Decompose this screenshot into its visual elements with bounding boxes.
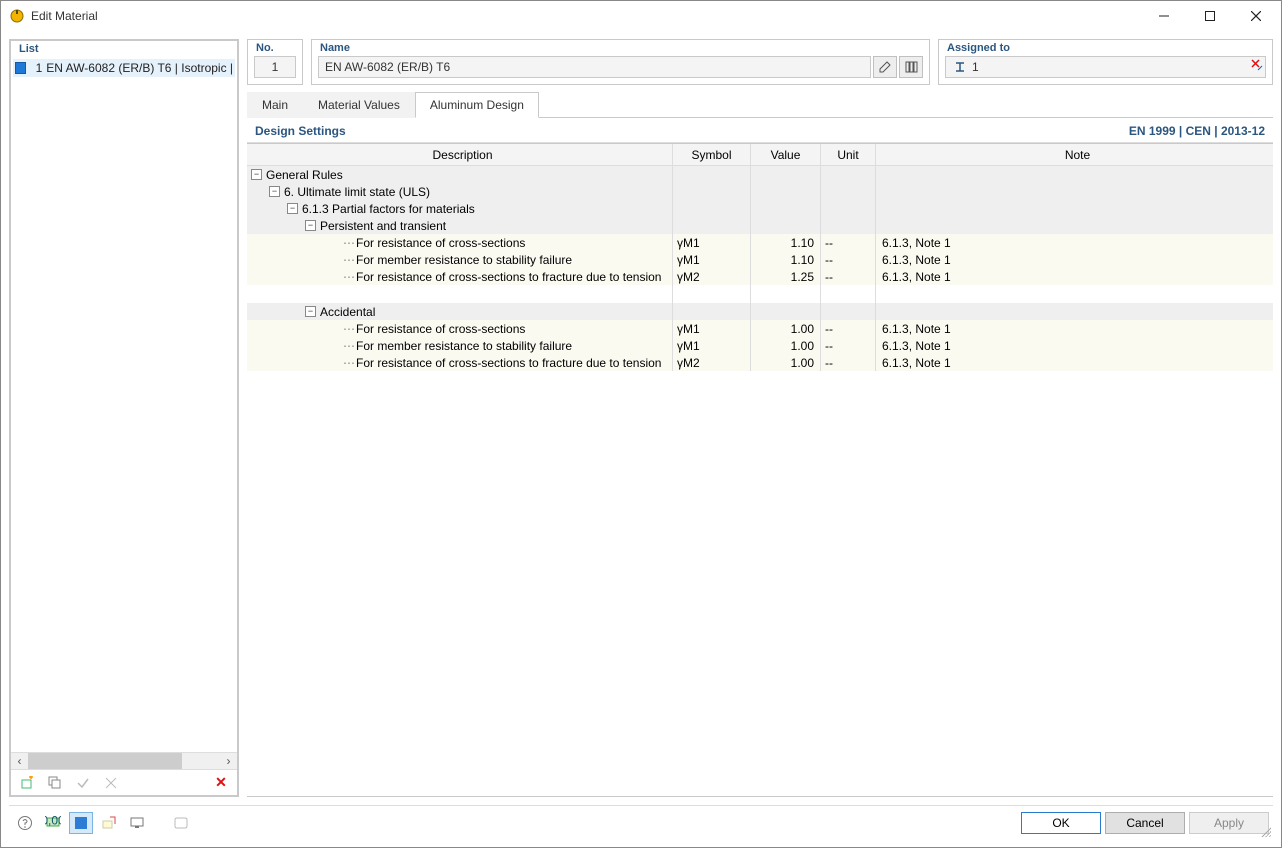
header-unit: Unit bbox=[821, 144, 876, 165]
window-title: Edit Material bbox=[31, 9, 1141, 23]
svg-text:0,00: 0,00 bbox=[45, 815, 61, 828]
design-code-label: EN 1999 | CEN | 2013-12 bbox=[1129, 124, 1265, 138]
list-toolbar: ✕ bbox=[11, 769, 237, 795]
clear-assigned-button[interactable] bbox=[1251, 59, 1263, 74]
library-button[interactable] bbox=[899, 56, 923, 78]
ok-button[interactable]: OK bbox=[1021, 812, 1101, 834]
material-color-swatch bbox=[15, 62, 26, 74]
duplicate-item-button[interactable] bbox=[43, 772, 67, 794]
detail-panel: No. 1 Name EN AW-6082 (ER/B) T6 Assigned… bbox=[247, 39, 1273, 797]
window-controls bbox=[1141, 1, 1279, 31]
section-header: Design Settings EN 1999 | CEN | 2013-12 bbox=[247, 118, 1273, 143]
apply-button: Apply bbox=[1189, 812, 1269, 834]
tree-node-uls[interactable]: −6. Ultimate limit state (ULS) bbox=[247, 183, 1273, 200]
tree-node-general[interactable]: −General Rules bbox=[247, 166, 1273, 183]
assigned-field: Assigned to 1 bbox=[938, 39, 1273, 85]
tab-material-values[interactable]: Material Values bbox=[303, 92, 415, 118]
assigned-input[interactable]: 1 bbox=[945, 56, 1266, 78]
close-button[interactable] bbox=[1233, 1, 1279, 31]
material-list[interactable]: 1 EN AW-6082 (ER/B) T6 | Isotropic | Lin… bbox=[11, 57, 237, 752]
header-description: Description bbox=[247, 144, 673, 165]
include-button bbox=[71, 772, 95, 794]
tooltip-toggle-button[interactable] bbox=[97, 812, 121, 834]
view-mode-button[interactable] bbox=[69, 812, 93, 834]
scroll-right-icon[interactable]: › bbox=[220, 753, 237, 770]
list-item-number: 1 bbox=[30, 61, 42, 75]
collapse-icon[interactable]: − bbox=[251, 169, 262, 180]
grid-header-row: Description Symbol Value Unit Note bbox=[247, 144, 1273, 166]
maximize-button[interactable] bbox=[1187, 1, 1233, 31]
list-panel: List 1 EN AW-6082 (ER/B) T6 | Isotropic … bbox=[9, 39, 239, 797]
units-button[interactable]: 0,00 bbox=[41, 812, 65, 834]
list-legend: List bbox=[17, 43, 41, 55]
display-button[interactable] bbox=[125, 812, 149, 834]
grid-spacer bbox=[247, 285, 1273, 303]
tree-node-accidental[interactable]: −Accidental bbox=[247, 303, 1273, 320]
collapse-icon[interactable]: − bbox=[305, 220, 316, 231]
table-row[interactable]: ⋯ For resistance of cross-sections to fr… bbox=[247, 354, 1273, 371]
list-horizontal-scrollbar[interactable]: ‹ › bbox=[11, 752, 237, 769]
section-icon bbox=[952, 60, 968, 74]
new-item-button[interactable] bbox=[15, 772, 39, 794]
table-row[interactable]: ⋯ For member resistance to stability fai… bbox=[247, 251, 1273, 268]
header-note: Note bbox=[876, 148, 1273, 162]
tree-node-persistent[interactable]: −Persistent and transient bbox=[247, 217, 1273, 234]
edit-name-button[interactable] bbox=[873, 56, 897, 78]
tree-node-partial[interactable]: −6.1.3 Partial factors for materials bbox=[247, 200, 1273, 217]
app-icon bbox=[9, 8, 25, 24]
collapse-icon[interactable]: − bbox=[305, 306, 316, 317]
list-item-label: EN AW-6082 (ER/B) T6 | Isotropic | Line bbox=[46, 61, 235, 75]
table-row[interactable]: ⋯ For member resistance to stability fai… bbox=[247, 337, 1273, 354]
resize-grip[interactable] bbox=[1259, 825, 1271, 837]
design-grid: Description Symbol Value Unit Note −Gene… bbox=[247, 143, 1273, 797]
table-row[interactable]: ⋯ For resistance of cross-sectionsγM11.1… bbox=[247, 234, 1273, 251]
section-title-text: Design Settings bbox=[255, 124, 346, 138]
name-value: EN AW-6082 (ER/B) T6 bbox=[318, 56, 871, 78]
name-field: Name EN AW-6082 (ER/B) T6 bbox=[311, 39, 930, 85]
no-field: No. 1 bbox=[247, 39, 303, 85]
cancel-button[interactable]: Cancel bbox=[1105, 812, 1185, 834]
titlebar: Edit Material bbox=[1, 1, 1281, 31]
header-value: Value bbox=[751, 144, 821, 165]
delete-item-button[interactable]: ✕ bbox=[209, 772, 233, 794]
tab-aluminum-design[interactable]: Aluminum Design bbox=[415, 92, 539, 118]
list-item[interactable]: 1 EN AW-6082 (ER/B) T6 | Isotropic | Lin… bbox=[13, 59, 235, 77]
scroll-left-icon[interactable]: ‹ bbox=[11, 753, 28, 770]
help-button[interactable] bbox=[13, 812, 37, 834]
minimize-button[interactable] bbox=[1141, 1, 1187, 31]
table-row[interactable]: ⋯ For resistance of cross-sections to fr… bbox=[247, 268, 1273, 285]
table-row[interactable]: ⋯ For resistance of cross-sectionsγM11.0… bbox=[247, 320, 1273, 337]
no-value: 1 bbox=[254, 56, 296, 78]
header-symbol: Symbol bbox=[673, 144, 751, 165]
exclude-button bbox=[99, 772, 123, 794]
collapse-icon[interactable]: − bbox=[269, 186, 280, 197]
script-button bbox=[169, 812, 193, 834]
assigned-value: 1 bbox=[972, 60, 979, 74]
collapse-icon[interactable]: − bbox=[287, 203, 298, 214]
tab-bar: Main Material Values Aluminum Design bbox=[247, 91, 1273, 118]
tab-main[interactable]: Main bbox=[247, 92, 303, 118]
footer-toolbar: 0,00 OK Cancel Apply bbox=[9, 805, 1273, 839]
